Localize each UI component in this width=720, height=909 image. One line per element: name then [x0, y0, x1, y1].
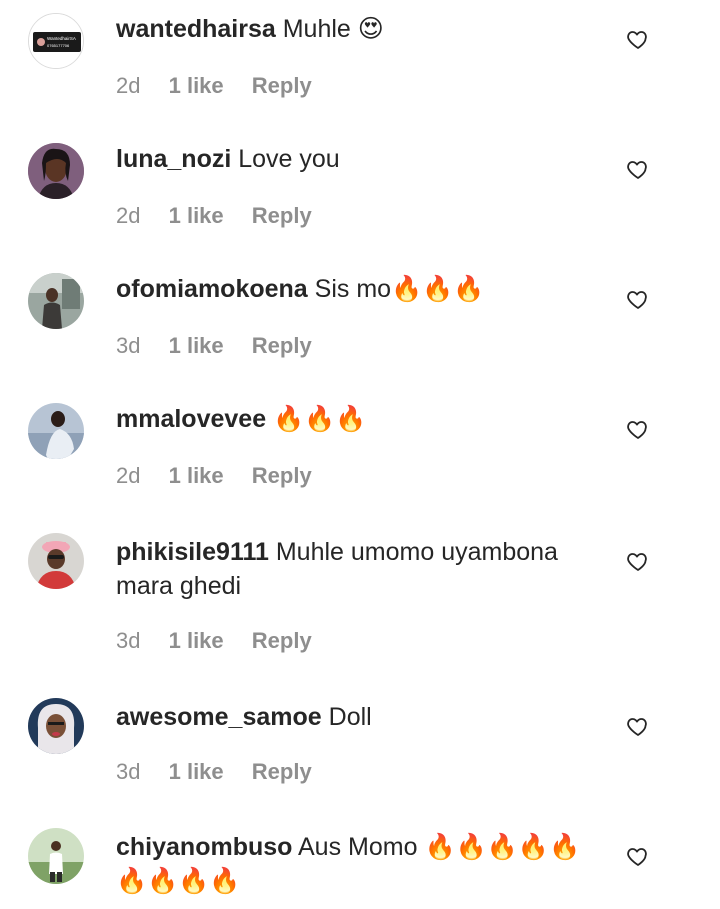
comment-time: 3d [116, 333, 141, 358]
comment-likes[interactable]: 1 like [169, 628, 224, 653]
heart-outline-icon[interactable] [626, 287, 650, 311]
reply-button[interactable]: Reply [252, 203, 312, 228]
comment-username[interactable]: ofomiamokoena [116, 275, 308, 303]
comment-username[interactable]: wantedhairsa [116, 15, 276, 43]
reply-button[interactable]: Reply [252, 333, 312, 358]
comment-meta: 3d 1 like Reply [116, 628, 334, 654]
comment-meta: 3d 1 like Reply [116, 759, 334, 785]
comment-text: ofomiamokoena Sis mo🔥🔥🔥 [116, 272, 606, 306]
avatar[interactable] [28, 273, 84, 329]
comment-message: Love you [238, 145, 340, 173]
avatar-badge-phone: 0765177706 [47, 43, 70, 48]
comment-username[interactable]: luna_nozi [116, 145, 231, 173]
comment-username[interactable]: awesome_samoe [116, 703, 322, 731]
comment-emoji: 😍 [357, 14, 384, 43]
heart-outline-icon[interactable] [626, 417, 650, 441]
comment-time: 2d [116, 73, 141, 98]
comment-text: awesome_samoe Doll [116, 700, 606, 734]
comment-time: 2d [116, 203, 141, 228]
comment-time: 2d [116, 463, 141, 488]
avatar[interactable] [28, 533, 84, 589]
comment-username[interactable]: mmalovevee [116, 405, 266, 433]
comment-emoji: 🔥🔥🔥 [391, 274, 485, 303]
comment-time: 3d [116, 628, 141, 653]
comment-username[interactable]: chiyanombuso [116, 833, 292, 861]
reply-button[interactable]: Reply [252, 628, 312, 653]
comment-message: Sis mo [314, 275, 392, 303]
comment-likes[interactable]: 1 like [169, 333, 224, 358]
comment-likes[interactable]: 1 like [169, 759, 224, 784]
heart-outline-icon[interactable] [626, 27, 650, 51]
comment-text: wantedhairsa Muhle 😍 [116, 12, 606, 46]
comment-username[interactable]: phikisile9111 [116, 538, 269, 566]
comment-meta: 2d 1 like Reply [116, 463, 334, 489]
heart-outline-icon[interactable] [626, 714, 650, 738]
comment-emoji: 🔥🔥🔥 [273, 404, 367, 433]
reply-button[interactable]: Reply [252, 463, 312, 488]
comment-likes[interactable]: 1 like [169, 203, 224, 228]
comment-text: mmalovevee 🔥🔥🔥 [116, 402, 606, 436]
comment-likes[interactable]: 1 like [169, 463, 224, 488]
avatar[interactable]: WantedhairSA 0765177706 [28, 13, 84, 69]
comment-text: luna_nozi Love you [116, 142, 606, 176]
avatar[interactable] [28, 143, 84, 199]
comment-message: Muhle [282, 15, 351, 43]
comment-message: Doll [328, 703, 372, 731]
heart-outline-icon[interactable] [626, 549, 650, 573]
avatar[interactable] [28, 403, 84, 459]
heart-outline-icon[interactable] [626, 844, 650, 868]
reply-button[interactable]: Reply [252, 759, 312, 784]
reply-button[interactable]: Reply [252, 73, 312, 98]
comment-text: chiyanombuso Aus Momo 🔥🔥🔥🔥🔥 🔥🔥🔥🔥 [116, 830, 606, 898]
heart-outline-icon[interactable] [626, 157, 650, 181]
comment-likes[interactable]: 1 like [169, 73, 224, 98]
comment-meta: 2d 1 like Reply [116, 73, 334, 99]
comment-time: 3d [116, 759, 141, 784]
comment-meta: 3d 1 like Reply [116, 333, 334, 359]
avatar-badge-name: WantedhairSA [47, 36, 76, 41]
comment-text: phikisile9111 Muhle umomo uyambona mara … [116, 535, 606, 603]
avatar[interactable] [28, 828, 84, 884]
avatar[interactable] [28, 698, 84, 754]
comment-meta: 2d 1 like Reply [116, 203, 334, 229]
comment-message: Aus Momo [298, 833, 418, 861]
